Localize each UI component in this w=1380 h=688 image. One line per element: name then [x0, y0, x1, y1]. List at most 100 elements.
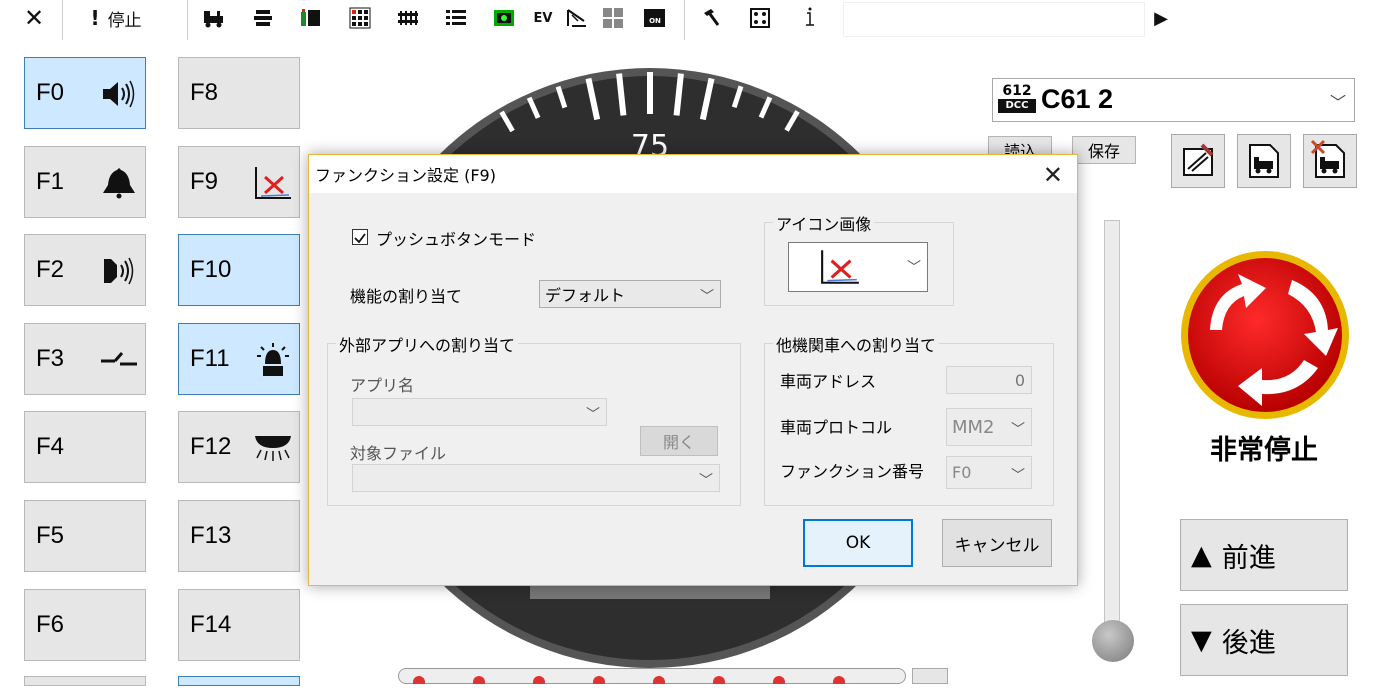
toolbar-separator	[187, 0, 188, 40]
function-button-f0[interactable]: F0	[24, 57, 146, 129]
dice-icon[interactable]	[749, 7, 771, 29]
assign-label: 機能の割り当て	[350, 287, 463, 306]
locomotive-name: C61 2	[1041, 84, 1114, 114]
function-label: F4	[36, 433, 65, 460]
function-button-f14[interactable]: F14	[178, 589, 300, 661]
run-button[interactable]: ▶	[1148, 3, 1174, 33]
function-label: F0	[36, 79, 65, 106]
function-button-f11[interactable]: F11	[178, 323, 300, 395]
app-name-select[interactable]: ﹀	[352, 398, 607, 426]
delete-locomotive-icon	[1310, 139, 1345, 178]
down-triangle-icon: ▼	[1191, 624, 1212, 656]
coupler-icon	[101, 352, 137, 366]
ev-icon[interactable]: EV	[532, 7, 554, 29]
icon-image-select[interactable]: ﹀	[788, 242, 928, 292]
locomotive-select[interactable]: 612 DCC C61 2 ﹀	[992, 78, 1355, 122]
forward-button[interactable]: ▲ 前進	[1180, 519, 1348, 591]
track-icon[interactable]	[397, 7, 419, 29]
function-button-f13[interactable]: F13	[178, 500, 300, 572]
open-button[interactable]: 開く	[640, 426, 718, 456]
edit-locomotive-button[interactable]	[1171, 134, 1225, 188]
function-button-f5[interactable]: F5	[24, 500, 146, 572]
ok-button[interactable]: OK	[803, 519, 913, 567]
save-label: 保存	[1087, 142, 1120, 161]
function-button-f12[interactable]: F12	[178, 411, 300, 483]
disabled-function-icon	[821, 250, 859, 284]
other-loco-group: 他機関車への割り当て 車両アドレス 0 車両プロトコル MM2 ﹀ ファンクショ…	[764, 332, 1054, 506]
function-button-f10[interactable]: F10	[178, 234, 300, 306]
list-icon[interactable]	[445, 7, 467, 29]
grid-icon[interactable]	[602, 7, 624, 29]
crane-icon[interactable]	[566, 7, 588, 29]
chevron-down-icon: ﹀	[700, 289, 714, 305]
function-button-f1[interactable]: F1	[24, 146, 146, 218]
accessory-icon[interactable]	[300, 7, 322, 29]
protocol-value: MM2	[952, 416, 995, 438]
function-label: F9	[190, 168, 219, 195]
status-lamps	[413, 676, 845, 688]
save-button[interactable]: 保存	[1072, 136, 1136, 164]
function-button-f9[interactable]: F9	[178, 146, 300, 218]
protocol-select[interactable]: MM2 ﹀	[946, 408, 1032, 446]
assign-select[interactable]: デフォルト ﹀	[539, 280, 721, 308]
function-label: F1	[36, 168, 65, 195]
address-input[interactable]: 0	[946, 366, 1032, 394]
push-mode-checkbox[interactable]	[352, 229, 368, 245]
open-label: 開く	[662, 433, 695, 452]
address-label: 車両アドレス	[780, 372, 877, 391]
push-mode-label: プッシュボタンモード	[376, 230, 537, 249]
command-input[interactable]	[843, 2, 1145, 37]
reverse-label: 後進	[1221, 627, 1276, 659]
cancel-label: キャンセル	[954, 535, 1040, 556]
beacon-icon	[257, 343, 289, 376]
toolbar: ✕ ! 停止 EV ON ▶	[0, 0, 1380, 40]
locomotive-file-icon	[1249, 144, 1279, 178]
edit-locomotive-icon	[1183, 143, 1214, 176]
function-label: F12	[190, 433, 232, 460]
external-app-group-label: 外部アプリへの割り当て	[336, 332, 519, 356]
chevron-down-icon: ﹀	[1329, 93, 1346, 112]
stop-button[interactable]: ! 停止	[78, 3, 154, 33]
function-button-f6[interactable]: F6	[24, 589, 146, 661]
external-app-group: 外部アプリへの割り当て アプリ名 ﹀ 開く 対象ファイル ﹀	[327, 332, 741, 506]
speed-slider-knob[interactable]	[1092, 620, 1134, 662]
function-label: F6	[36, 611, 65, 638]
locomotive-icon[interactable]	[203, 7, 225, 29]
reverse-button[interactable]: ▼ 後進	[1180, 604, 1348, 676]
delete-locomotive-button[interactable]	[1303, 134, 1357, 188]
info-icon[interactable]	[798, 7, 820, 29]
function-settings-dialog: ファンクション設定 (F9) ✕ プッシュボタンモード 機能の割り当て デフォル…	[308, 154, 1078, 586]
ok-label: OK	[845, 533, 871, 553]
function-label: F5	[36, 522, 65, 549]
target-file-select[interactable]: ﹀	[352, 464, 720, 492]
cancel-button[interactable]: キャンセル	[942, 519, 1052, 567]
function-number-value: F0	[952, 463, 972, 482]
tool-icon[interactable]	[700, 7, 722, 29]
chevron-down-icon: ﹀	[1011, 468, 1025, 484]
emergency-stop-button[interactable]	[1180, 250, 1350, 420]
train-list-icon[interactable]	[252, 7, 274, 29]
function-button-f4[interactable]: F4	[24, 411, 146, 483]
function-label: F13	[190, 522, 232, 549]
power-on-icon[interactable]: ON	[643, 7, 665, 29]
layout-panel-icon[interactable]	[349, 7, 371, 29]
strip-scroll-button[interactable]	[912, 668, 948, 684]
close-button[interactable]: ✕	[18, 3, 50, 33]
function-button-f3[interactable]: F3	[24, 323, 146, 395]
function-button-f7[interactable]	[24, 676, 146, 686]
function-button-f15[interactable]	[178, 676, 300, 686]
function-label: F14	[190, 611, 232, 638]
speed-slider-track[interactable]	[1104, 220, 1120, 640]
close-icon: ✕	[23, 4, 45, 32]
protocol-badge-number: 612	[1002, 83, 1032, 99]
emergency-stop-label: 非常停止	[1210, 435, 1318, 466]
disabled-function-icon	[255, 167, 291, 199]
function-button-f2[interactable]: F2	[24, 234, 146, 306]
dialog-close-icon[interactable]: ✕	[1043, 161, 1063, 189]
signal-board-icon[interactable]	[493, 7, 515, 29]
bell-icon	[103, 168, 135, 199]
function-number-select[interactable]: F0 ﹀	[946, 456, 1032, 489]
add-locomotive-button[interactable]	[1237, 134, 1291, 188]
svg-text:ON: ON	[649, 17, 661, 25]
function-button-f8[interactable]: F8	[178, 57, 300, 129]
